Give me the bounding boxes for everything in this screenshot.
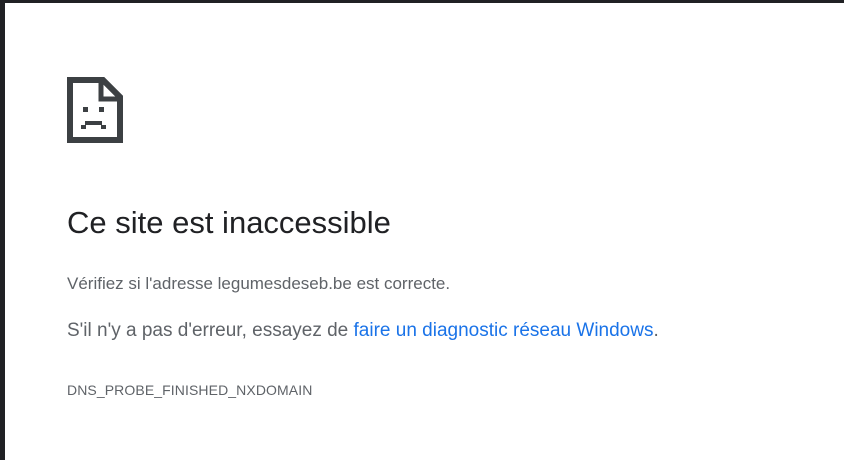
error-message: Vérifiez si l'adresse legumesdeseb.be es… xyxy=(67,274,451,293)
suggestion-period: . xyxy=(653,320,659,341)
network-diagnostic-link[interactable]: faire un diagnostic réseau Windows xyxy=(354,320,654,341)
page-title: Ce site est inaccessible xyxy=(67,205,391,240)
suggestion-text: S'il n'y a pas d'erreur, essayez de xyxy=(67,320,354,341)
window-frame-left xyxy=(0,0,5,460)
error-code: DNS_PROBE_FINISHED_NXDOMAIN xyxy=(67,382,313,398)
sad-page-icon xyxy=(67,77,123,143)
error-suggestion: S'il n'y a pas d'erreur, essayez de fair… xyxy=(67,317,659,345)
window-frame-top xyxy=(0,0,844,3)
